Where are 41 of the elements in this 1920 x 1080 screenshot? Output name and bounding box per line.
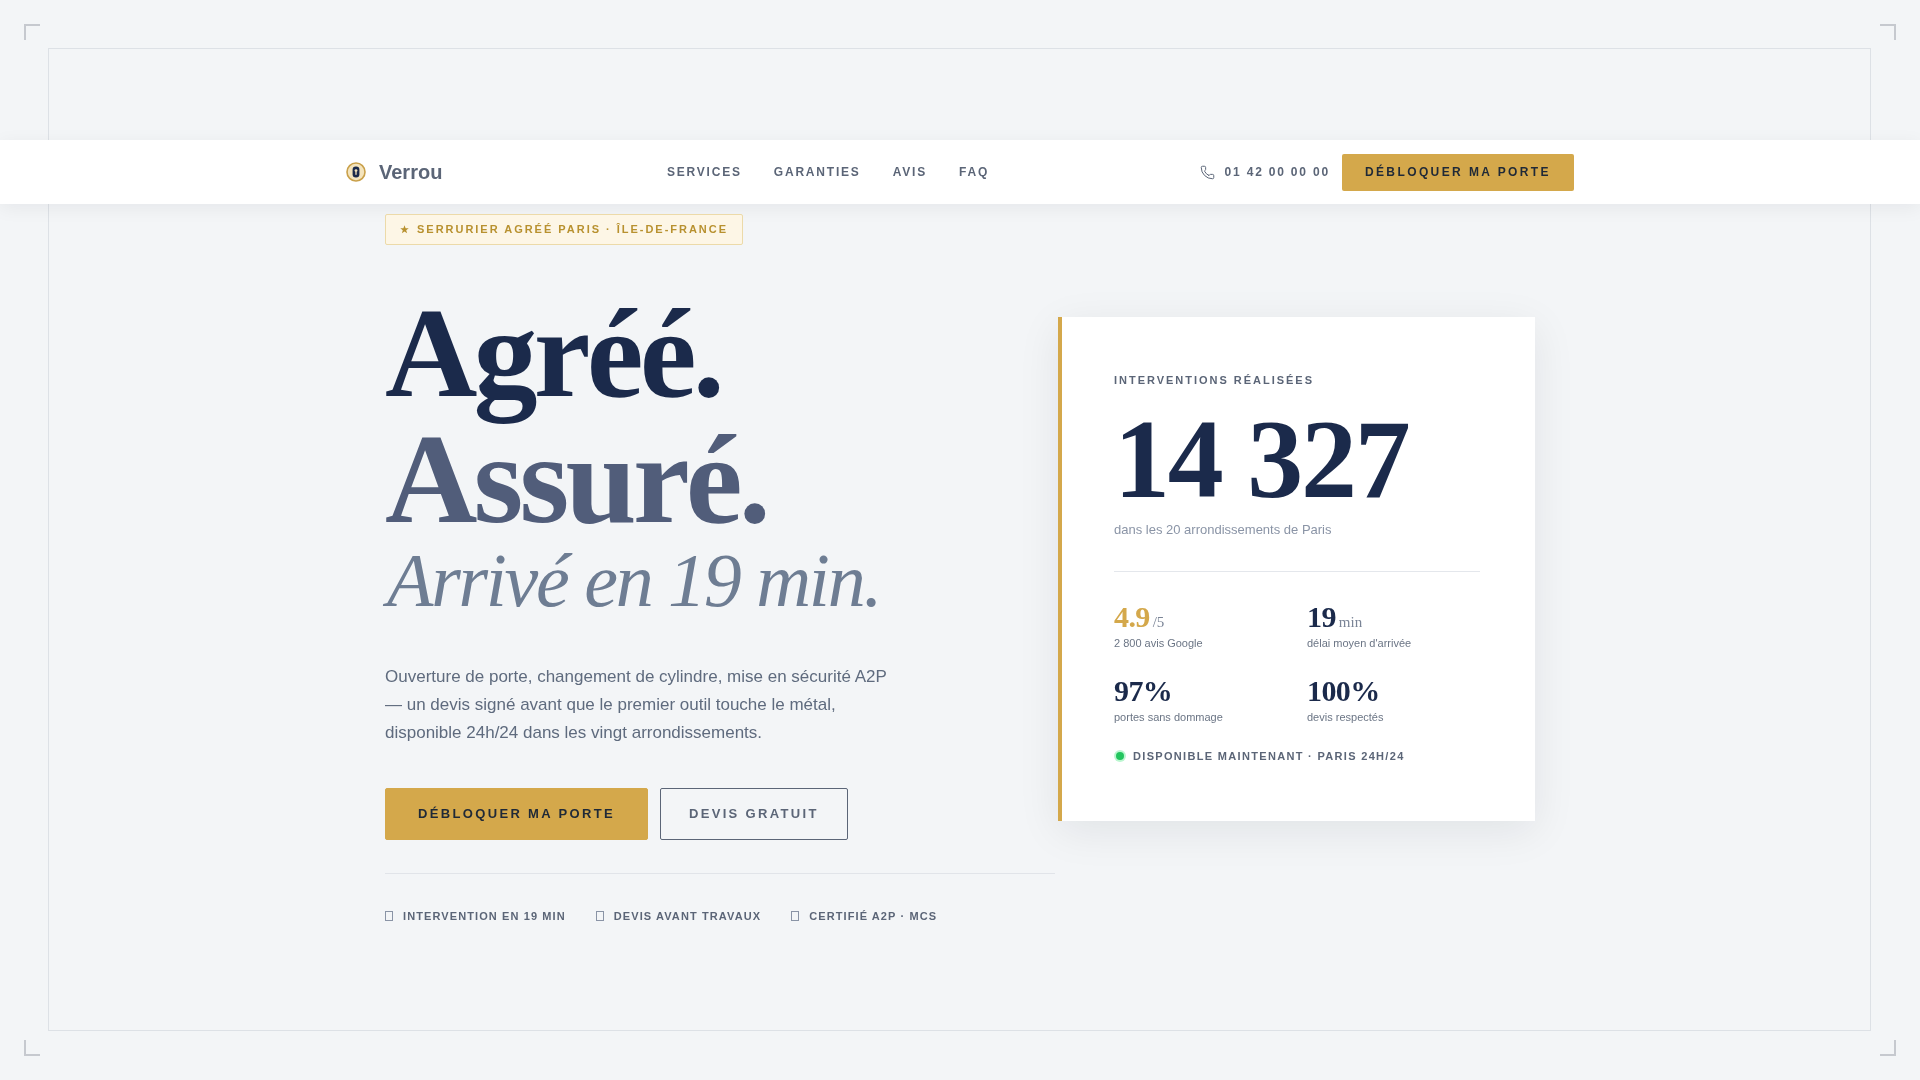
- interventions-count: 14 327: [1114, 403, 1410, 516]
- corner-mark-icon: [1880, 1040, 1896, 1056]
- square-outline-icon: [791, 911, 800, 922]
- corner-mark-icon: [24, 1040, 40, 1056]
- stat-caption: délai moyen d'arrivée: [1307, 636, 1413, 651]
- nav-link[interactable]: FAQ: [959, 163, 990, 181]
- star-icon: [400, 225, 409, 234]
- nav-link[interactable]: AVIS: [892, 163, 927, 181]
- stat-caption: portes sans dommage: [1114, 710, 1224, 725]
- hero-description: Ouverture de porte, changement de cylindre, mise en sécurité A2P — un devis signé avant que le premier outil touche le métal, disponible 24h/24 dans les vingt arrondissements.: [385, 666, 888, 744]
- stat-caption: devis respectés: [1307, 710, 1385, 725]
- stat-value: 97%: [1114, 676, 1173, 707]
- headline-line: Assuré.: [385, 425, 767, 535]
- corner-mark-icon: [1880, 24, 1896, 40]
- stat-unit: min: [1338, 615, 1363, 631]
- phone-icon: [1199, 164, 1215, 180]
- badge-text: SERRURIER AGRÉÉ PARIS · ÎLE-DE-FRANCE: [417, 222, 728, 238]
- brand-name: Verrou: [379, 160, 443, 185]
- stat-value: 100%: [1307, 676, 1380, 707]
- stat-value: 19: [1307, 602, 1336, 633]
- availability-status: DISPONIBLE MAINTENANT · PARIS 24H/24: [1133, 749, 1405, 765]
- feature-label: DEVIS AVANT TRAVAUX: [613, 909, 762, 924]
- square-outline-icon: [385, 911, 393, 922]
- feature-label: INTERVENTION EN 19 MIN: [403, 909, 566, 924]
- count-caption: dans les 20 arrondissements de Paris: [1114, 521, 1333, 540]
- corner-mark-icon: [24, 24, 40, 40]
- unlock-door-button[interactable]: DÉBLOQUER MA PORTE: [1341, 153, 1574, 191]
- nav-link[interactable]: GARANTIES: [773, 163, 861, 181]
- nav-link[interactable]: SERVICES: [666, 163, 742, 181]
- keyhole-logo-icon: [346, 162, 366, 182]
- feature-label: CERTIFIÉ A2P · MCS: [809, 909, 938, 924]
- free-quote-button[interactable]: DEVIS GRATUIT: [659, 788, 848, 840]
- headline-line: Arrivé en 19 min.: [385, 534, 881, 625]
- phone-number-link[interactable]: 01 42 00 00 00: [1224, 163, 1330, 181]
- stat-unit: /5: [1152, 615, 1165, 631]
- unlock-door-button[interactable]: DÉBLOQUER MA PORTE: [385, 788, 648, 840]
- headline-line: Agréé.: [385, 289, 721, 425]
- card-label: INTERVENTIONS RÉALISÉES: [1114, 373, 1315, 389]
- stat-caption: 2 800 avis Google: [1114, 636, 1204, 651]
- stat-value: 4.9: [1114, 602, 1150, 633]
- square-outline-icon: [595, 911, 604, 922]
